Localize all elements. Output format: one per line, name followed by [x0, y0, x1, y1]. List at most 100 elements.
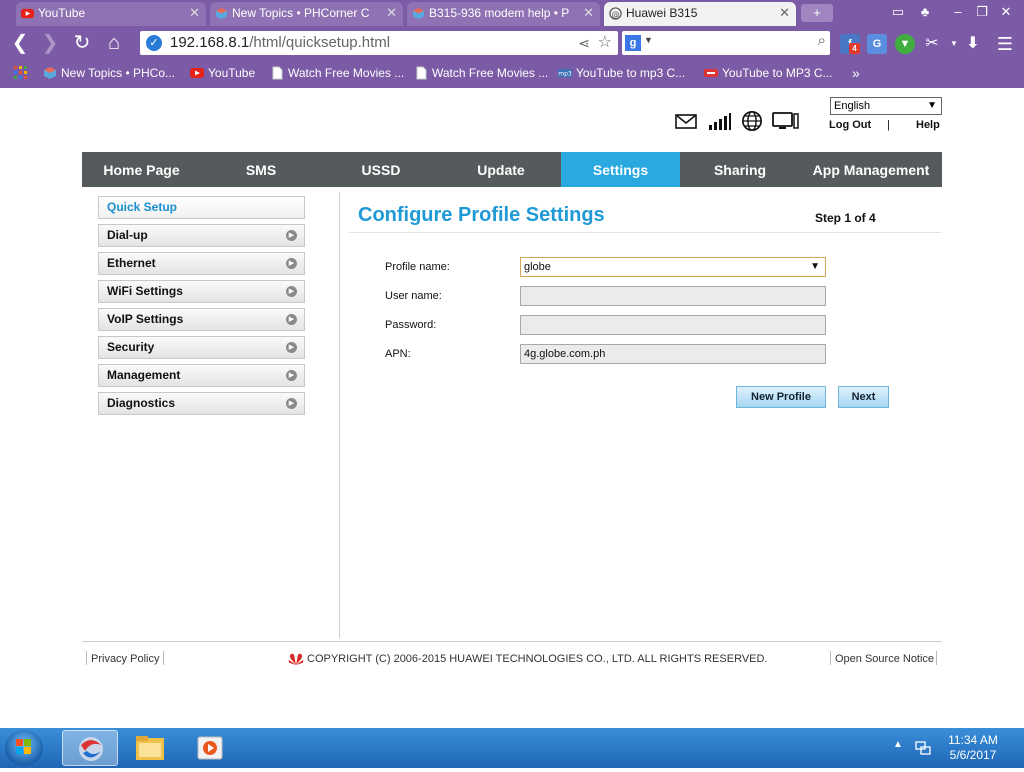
- svg-text:@: @: [611, 9, 619, 19]
- username-field[interactable]: [520, 286, 826, 306]
- start-button[interactable]: [5, 730, 43, 766]
- back-icon[interactable]: ❮: [8, 31, 32, 55]
- star-icon[interactable]: ☆: [598, 31, 612, 55]
- footer-separator: [936, 651, 937, 665]
- profile-name-label: Profile name:: [385, 261, 450, 273]
- taskbar-browser[interactable]: [62, 730, 118, 766]
- network-icon[interactable]: [915, 741, 931, 755]
- browser-tab-phcorner[interactable]: New Topics • PHCorner C ✕: [210, 2, 403, 26]
- mp3-icon: [704, 69, 718, 77]
- apn-label: APN:: [385, 348, 411, 360]
- close-window-icon[interactable]: ✕: [996, 3, 1016, 21]
- close-icon[interactable]: ✕: [189, 2, 200, 24]
- forward-icon[interactable]: ❯: [38, 31, 62, 55]
- chat-icon[interactable]: ▭: [888, 3, 908, 21]
- expand-arrow-icon: ▶: [286, 258, 297, 269]
- windows-taskbar: ▲ 11:34 AM 5/6/2017: [0, 728, 1024, 768]
- menu-icon[interactable]: ☰: [995, 34, 1015, 54]
- minimize-icon[interactable]: –: [948, 3, 968, 21]
- home-icon[interactable]: ⌂: [102, 31, 126, 55]
- footer-separator: [163, 651, 164, 665]
- sidebar-item-label: VoIP Settings: [107, 312, 184, 326]
- content-divider: [339, 192, 340, 638]
- youtube-icon: [21, 8, 34, 19]
- sidebar-item-security[interactable]: Security ▶: [98, 336, 305, 359]
- address-bar[interactable]: ✓ 192.168.8.1/html/quicksetup.html ⋖ ☆: [140, 31, 618, 55]
- search-icon[interactable]: ⌕: [818, 32, 826, 49]
- browser-tab-modem-help[interactable]: B315-936 modem help • P ✕: [407, 2, 600, 26]
- sidebar-item-label: Security: [107, 340, 155, 354]
- bookmark-watch-movies-2[interactable]: Watch Free Movies ...: [414, 65, 548, 81]
- chevron-down-icon[interactable]: ▼: [644, 35, 653, 45]
- page-title: Configure Profile Settings: [358, 204, 605, 226]
- chevron-down-icon: ▼: [927, 100, 937, 111]
- sidebar-item-quick-setup[interactable]: Quick Setup: [98, 196, 305, 219]
- facebook-extension-icon[interactable]: f4: [840, 34, 860, 54]
- taskbar-file-explorer[interactable]: [122, 730, 178, 766]
- help-link[interactable]: Help: [916, 119, 940, 131]
- expand-arrow-icon: ▶: [286, 230, 297, 241]
- sidebar-item-management[interactable]: Management ▶: [98, 364, 305, 387]
- restore-icon[interactable]: ❐: [972, 3, 992, 21]
- new-tab-button[interactable]: +: [801, 4, 833, 22]
- browser-tab-youtube[interactable]: YouTube ✕: [16, 2, 206, 26]
- sidebar-item-dial-up[interactable]: Dial-up ▶: [98, 224, 305, 247]
- bookmark-youtube-mp3-2[interactable]: YouTube to MP3 C...: [704, 65, 833, 81]
- sidebar-item-voip-settings[interactable]: VoIP Settings ▶: [98, 308, 305, 331]
- new-profile-button[interactable]: New Profile: [736, 386, 826, 408]
- close-icon[interactable]: ✕: [779, 2, 790, 24]
- translate-extension-icon[interactable]: G: [867, 34, 887, 54]
- tray-show-hidden-icon[interactable]: ▲: [893, 739, 903, 750]
- taskbar-clock[interactable]: 11:34 AM 5/6/2017: [940, 733, 1006, 763]
- apn-field[interactable]: 4g.globe.com.ph: [520, 344, 826, 364]
- logout-link[interactable]: Log Out: [829, 119, 871, 131]
- open-source-notice-link[interactable]: Open Source Notice: [835, 653, 934, 665]
- sidebar-item-diagnostics[interactable]: Diagnostics ▶: [98, 392, 305, 415]
- password-field[interactable]: [520, 315, 826, 335]
- apps-icon[interactable]: [14, 65, 32, 81]
- scissors-icon[interactable]: ✂: [922, 34, 942, 54]
- bookmark-youtube-mp3-1[interactable]: mp3 YouTube to mp3 C...: [558, 65, 685, 81]
- user-icon[interactable]: ♣: [915, 3, 935, 21]
- copyright-text: COPYRIGHT (C) 2006-2015 HUAWEI TECHNOLOG…: [307, 653, 768, 665]
- close-icon[interactable]: ✕: [583, 2, 594, 24]
- globe-icon: [742, 111, 762, 131]
- taskbar-media-player[interactable]: [182, 730, 238, 766]
- download-icon[interactable]: ⬇: [963, 34, 983, 54]
- sidebar-item-wifi-settings[interactable]: WiFi Settings ▶: [98, 280, 305, 303]
- nav-app-management[interactable]: App Management: [800, 152, 942, 187]
- language-select[interactable]: English ▼: [830, 97, 942, 115]
- clock-time: 11:34 AM: [948, 733, 998, 747]
- nav-settings[interactable]: Settings: [561, 152, 680, 187]
- nav-sharing[interactable]: Sharing: [680, 152, 800, 187]
- browser-tab-huawei[interactable]: @ Huawei B315 ✕: [604, 2, 796, 26]
- next-button[interactable]: Next: [838, 386, 889, 408]
- expand-arrow-icon: ▶: [286, 398, 297, 409]
- share-icon[interactable]: ⋖: [578, 31, 590, 55]
- close-icon[interactable]: ✕: [386, 2, 397, 24]
- mail-icon[interactable]: [675, 110, 697, 132]
- folder-icon: [136, 736, 164, 760]
- settings-sidebar: Quick Setup Dial-up ▶ Ethernet ▶ WiFi Sett…: [98, 196, 305, 420]
- nav-ussd[interactable]: USSD: [321, 152, 441, 187]
- more-bookmarks-icon[interactable]: »: [852, 65, 860, 81]
- password-label: Password:: [385, 319, 437, 331]
- nav-home-page[interactable]: Home Page: [82, 152, 201, 187]
- chevron-down-icon[interactable]: ▼: [944, 34, 964, 54]
- privacy-policy-link[interactable]: Privacy Policy: [91, 653, 159, 665]
- search-input[interactable]: g ▼ ⌕: [622, 31, 830, 55]
- expand-arrow-icon: ▶: [286, 314, 297, 325]
- bookmark-watch-movies-1[interactable]: Watch Free Movies ...: [270, 65, 404, 81]
- media-player-icon: [197, 736, 223, 760]
- nav-sms[interactable]: SMS: [201, 152, 321, 187]
- bookmarks-bar: New Topics • PHCo... YouTube Watch Free …: [0, 60, 1024, 86]
- shield-extension-icon[interactable]: ▼: [895, 34, 915, 54]
- reload-icon[interactable]: ↻: [70, 31, 94, 55]
- browser-chrome: YouTube ✕ New Topics • PHCorner C ✕ B315…: [0, 0, 1024, 88]
- nav-update[interactable]: Update: [441, 152, 561, 187]
- bookmark-phcorner[interactable]: New Topics • PHCo...: [43, 65, 175, 81]
- bookmark-youtube[interactable]: YouTube: [190, 65, 255, 81]
- profile-name-select[interactable]: globe ▼: [520, 257, 826, 277]
- sidebar-item-ethernet[interactable]: Ethernet ▶: [98, 252, 305, 275]
- sidebar-item-label: Dial-up: [107, 228, 148, 242]
